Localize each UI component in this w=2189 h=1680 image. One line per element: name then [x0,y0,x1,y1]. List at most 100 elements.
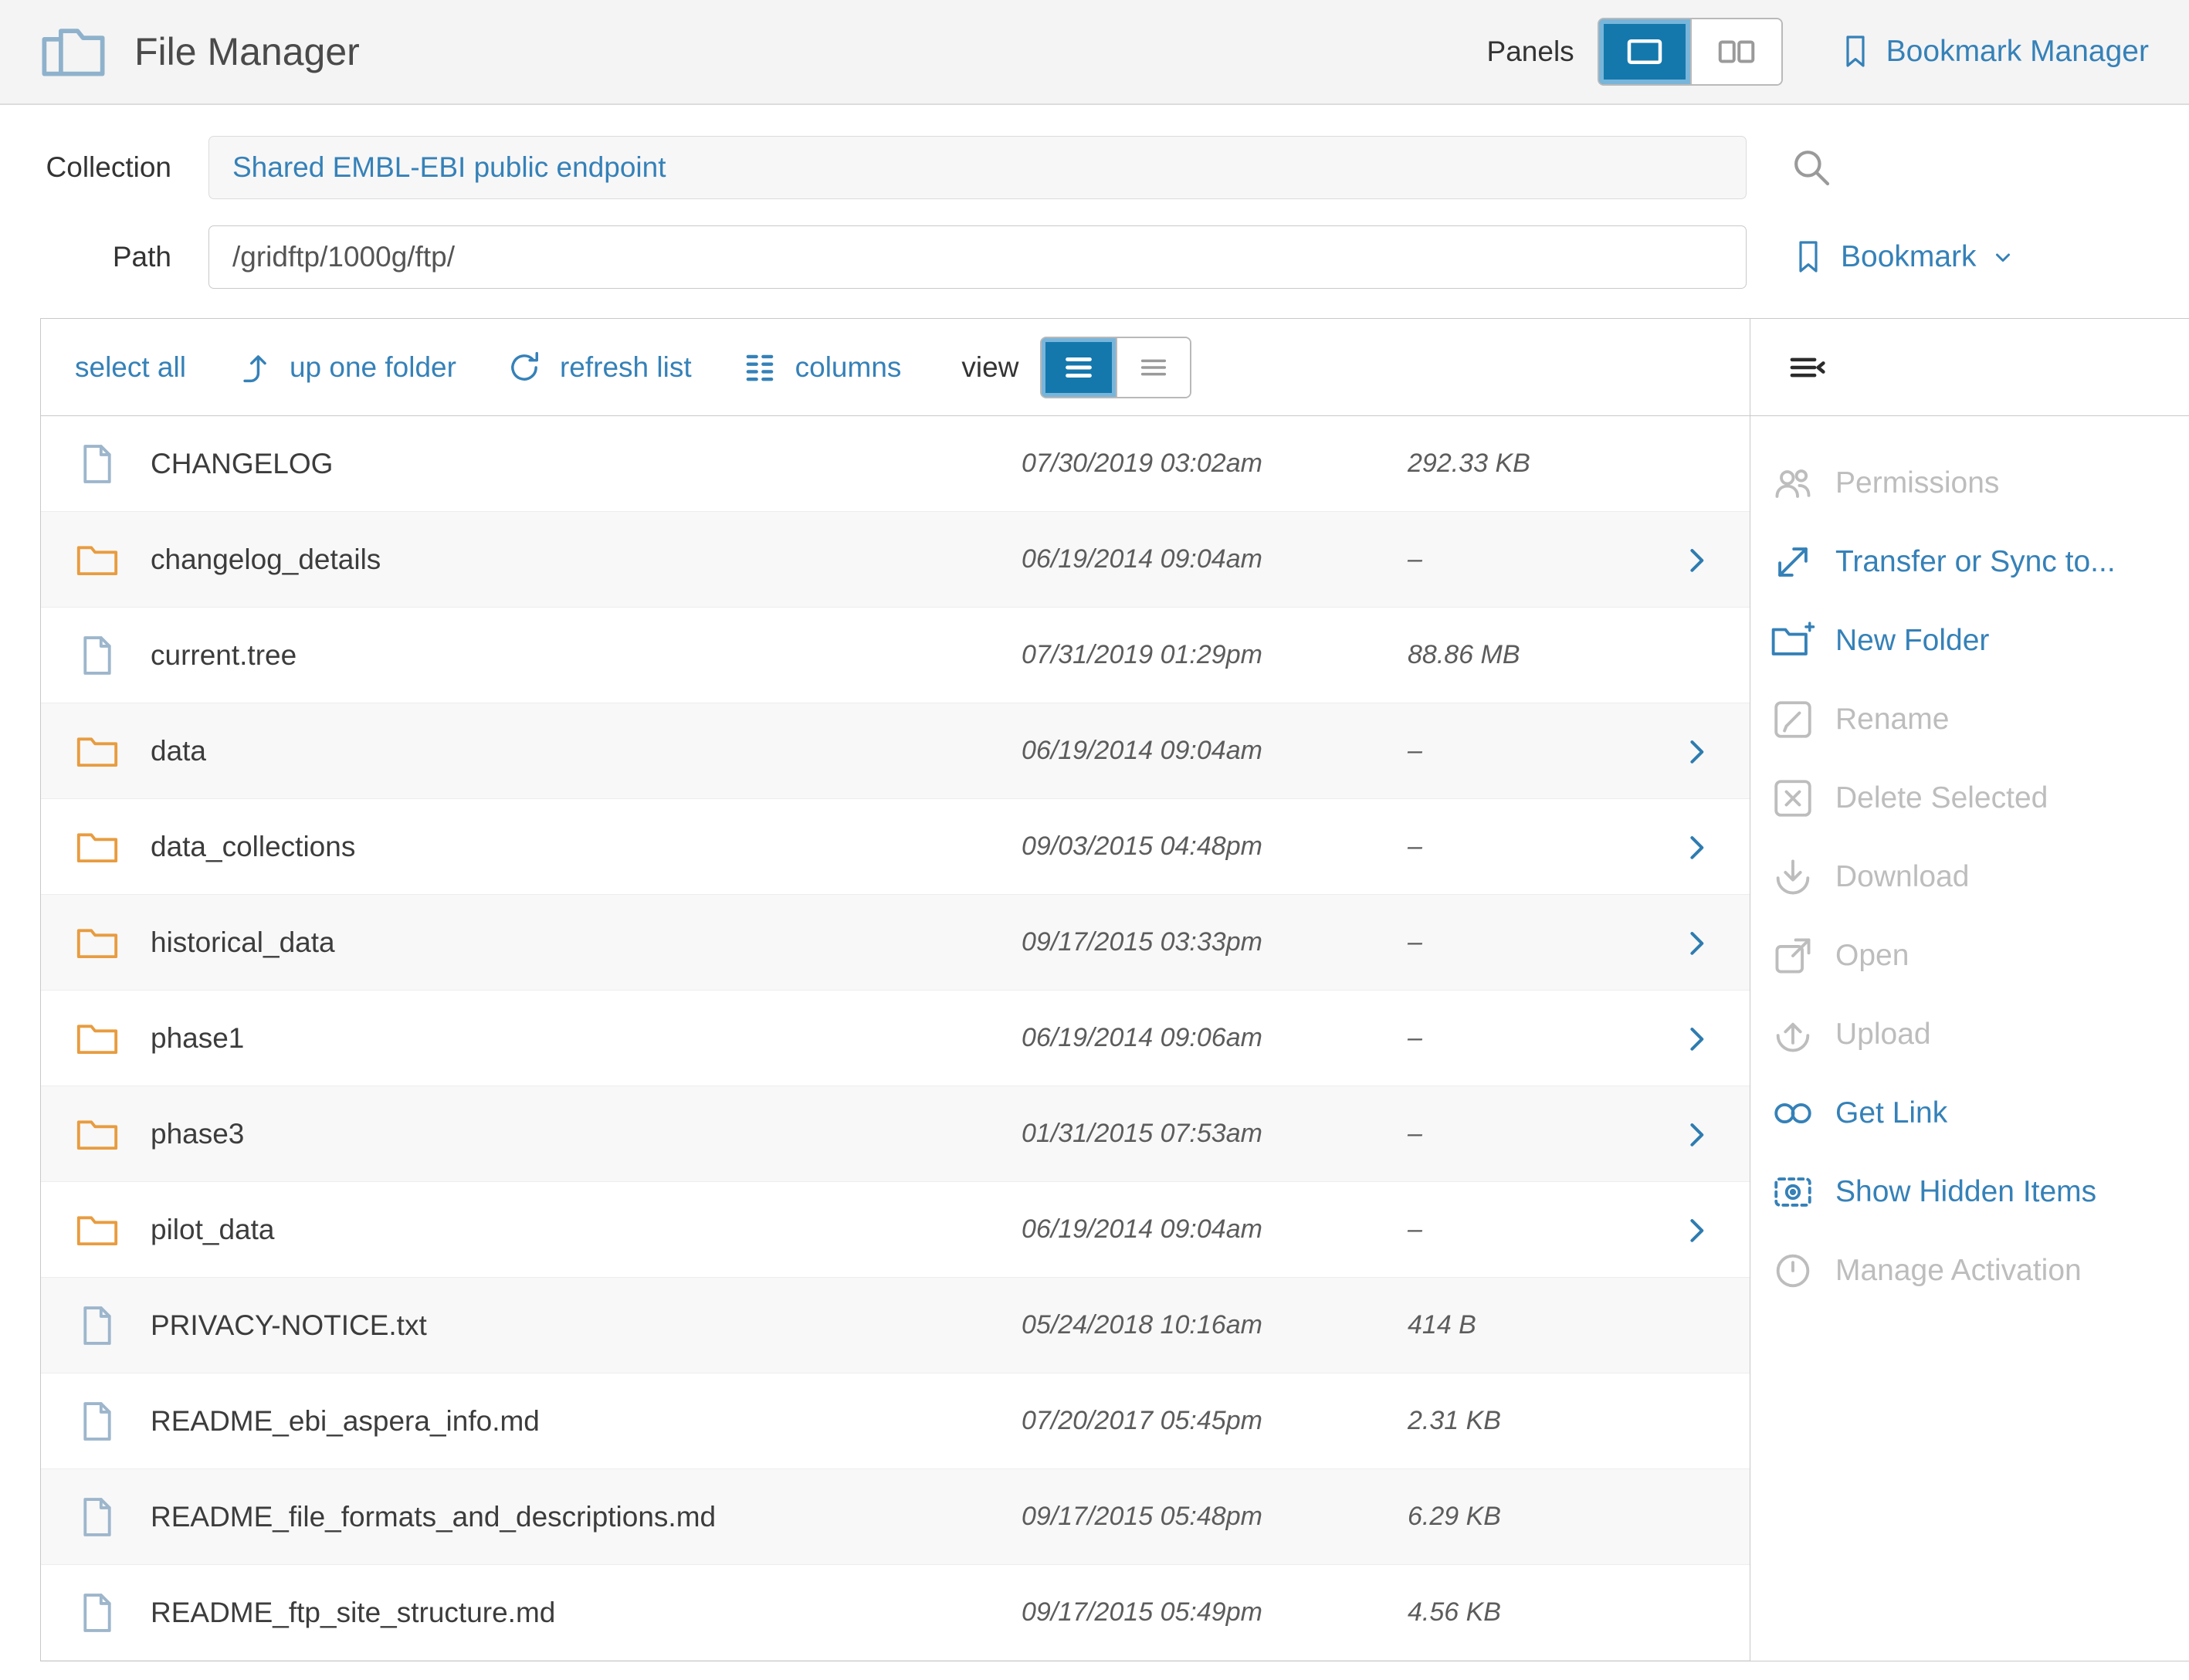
file-row[interactable]: current.tree 07/31/2019 01:29pm 88.86 MB [41,608,1750,703]
folder-icon [75,825,120,869]
bookmark-manager-link[interactable]: Bookmark Manager [1837,33,2149,70]
chevron-right-icon[interactable] [1679,1117,1713,1151]
action-permissions[interactable]: Permissions [1771,444,2189,523]
action-new-folder[interactable]: New Folder [1771,601,2189,680]
view-toggle [1040,337,1191,398]
upload-icon [1771,1012,1815,1057]
chevron-right-icon[interactable] [1679,734,1713,768]
download-icon [1771,855,1815,899]
file-date: 09/17/2015 03:33pm [1022,927,1408,957]
folder-icon [75,1112,120,1157]
file-date: 01/31/2015 07:53am [1022,1119,1408,1149]
collection-field[interactable]: Shared EMBL-EBI public endpoint [208,136,1747,199]
refresh-list-button[interactable]: refresh list [504,347,692,388]
transfer-icon [1771,540,1815,584]
folder-icon [75,1208,120,1252]
collapse-panel-icon[interactable] [1786,347,1828,388]
file-size: – [1408,1119,1662,1149]
action-label: Delete Selected [1835,781,2048,815]
action-transfer[interactable]: Transfer or Sync to... [1771,523,2189,601]
columns-label: columns [795,351,902,384]
action-label: Permissions [1835,466,1999,500]
file-name: phase1 [151,1022,1022,1055]
file-row[interactable]: changelog_details 06/19/2014 09:04am – [41,512,1750,608]
file-date: 07/31/2019 01:29pm [1022,640,1408,670]
condensed-view-icon [1136,350,1171,385]
file-row[interactable]: data 06/19/2014 09:04am – [41,703,1750,799]
file-date: 06/19/2014 09:04am [1022,736,1408,766]
chevron-right-icon[interactable] [1679,543,1713,577]
path-label: Path [0,241,171,273]
chevron-right-icon[interactable] [1679,926,1713,960]
file-icon [75,1303,120,1348]
file-row[interactable]: PRIVACY-NOTICE.txt 05/24/2018 10:16am 41… [41,1278,1750,1373]
file-row[interactable]: phase1 06/19/2014 09:06am – [41,991,1750,1086]
file-row[interactable]: README_ftp_site_structure.md 09/17/2015 … [41,1565,1750,1661]
file-row[interactable]: pilot_data 06/19/2014 09:04am – [41,1182,1750,1278]
new-folder-icon [1771,618,1815,663]
refresh-list-label: refresh list [560,351,692,384]
columns-button[interactable]: columns [740,347,902,388]
file-row[interactable]: phase3 01/31/2015 07:53am – [41,1086,1750,1182]
file-row[interactable]: historical_data 09/17/2015 03:33pm – [41,895,1750,991]
file-date: 06/19/2014 09:06am [1022,1023,1408,1053]
list-view-button[interactable] [1042,338,1116,397]
columns-icon [740,347,780,388]
action-rename[interactable]: Rename [1771,680,2189,759]
up-one-folder-button[interactable]: up one folder [234,347,456,388]
chevron-right-icon[interactable] [1679,1021,1713,1055]
action-label: Transfer or Sync to... [1835,545,2116,579]
file-row[interactable]: data_collections 09/03/2015 04:48pm – [41,799,1750,895]
file-size: – [1408,1023,1662,1053]
link-icon [1771,1091,1815,1136]
eye-icon [1771,1170,1815,1214]
file-size: 414 B [1408,1310,1662,1340]
file-name: historical_data [151,926,1022,959]
up-one-folder-icon [234,347,274,388]
dual-panel-icon [1713,29,1760,75]
select-all-button[interactable]: select all [75,351,186,384]
action-delete[interactable]: Delete Selected [1771,759,2189,838]
chevron-down-icon [1989,243,2017,271]
rename-icon [1771,697,1815,742]
action-pane: Permissions Transfer or Sync to... New F… [1750,319,2189,1661]
file-size: 2.31 KB [1408,1406,1662,1436]
action-eye[interactable]: Show Hidden Items [1771,1153,2189,1231]
collection-right-zone [1747,146,2189,189]
bookmark-button[interactable]: Bookmark [1790,239,2017,276]
refresh-icon [504,347,544,388]
dual-panel-button[interactable] [1690,19,1781,84]
condensed-view-button[interactable] [1116,338,1190,397]
file-list: CHANGELOG 07/30/2019 03:02am 292.33 KB c… [41,416,1750,1661]
file-date: 07/30/2019 03:02am [1022,449,1408,479]
file-name: README_ebi_aspera_info.md [151,1405,1022,1438]
main-area: select all up one folder refresh list co… [40,318,2189,1661]
action-download[interactable]: Download [1771,838,2189,916]
action-label: Manage Activation [1835,1254,2082,1288]
file-size: 6.29 KB [1408,1502,1662,1532]
action-pane-header [1750,319,2189,416]
file-name: README_ftp_site_structure.md [151,1597,1022,1629]
toolbar: select all up one folder refresh list co… [41,319,1750,416]
file-date: 09/17/2015 05:49pm [1022,1597,1408,1628]
chevron-right-icon[interactable] [1679,830,1713,864]
single-panel-button[interactable] [1599,19,1690,84]
app-header: File Manager Panels Bookmark Manager [0,0,2189,105]
action-link[interactable]: Get Link [1771,1074,2189,1153]
file-name: changelog_details [151,544,1022,576]
collection-row: Collection Shared EMBL-EBI public endpoi… [0,136,2189,199]
action-upload[interactable]: Upload [1771,995,2189,1074]
bookmark-manager-label: Bookmark Manager [1886,35,2149,69]
file-name: CHANGELOG [151,448,1022,480]
file-row[interactable]: README_ebi_aspera_info.md 07/20/2017 05:… [41,1373,1750,1469]
action-open[interactable]: Open [1771,916,2189,995]
file-icon [75,442,120,486]
search-icon[interactable] [1790,146,1833,189]
folder-icon [75,920,120,965]
chevron-right-icon[interactable] [1679,1213,1713,1247]
path-input[interactable] [208,225,1747,289]
file-row[interactable]: CHANGELOG 07/30/2019 03:02am 292.33 KB [41,416,1750,512]
file-row[interactable]: README_file_formats_and_descriptions.md … [41,1469,1750,1565]
action-power[interactable]: Manage Activation [1771,1231,2189,1310]
action-label: Download [1835,860,1969,894]
